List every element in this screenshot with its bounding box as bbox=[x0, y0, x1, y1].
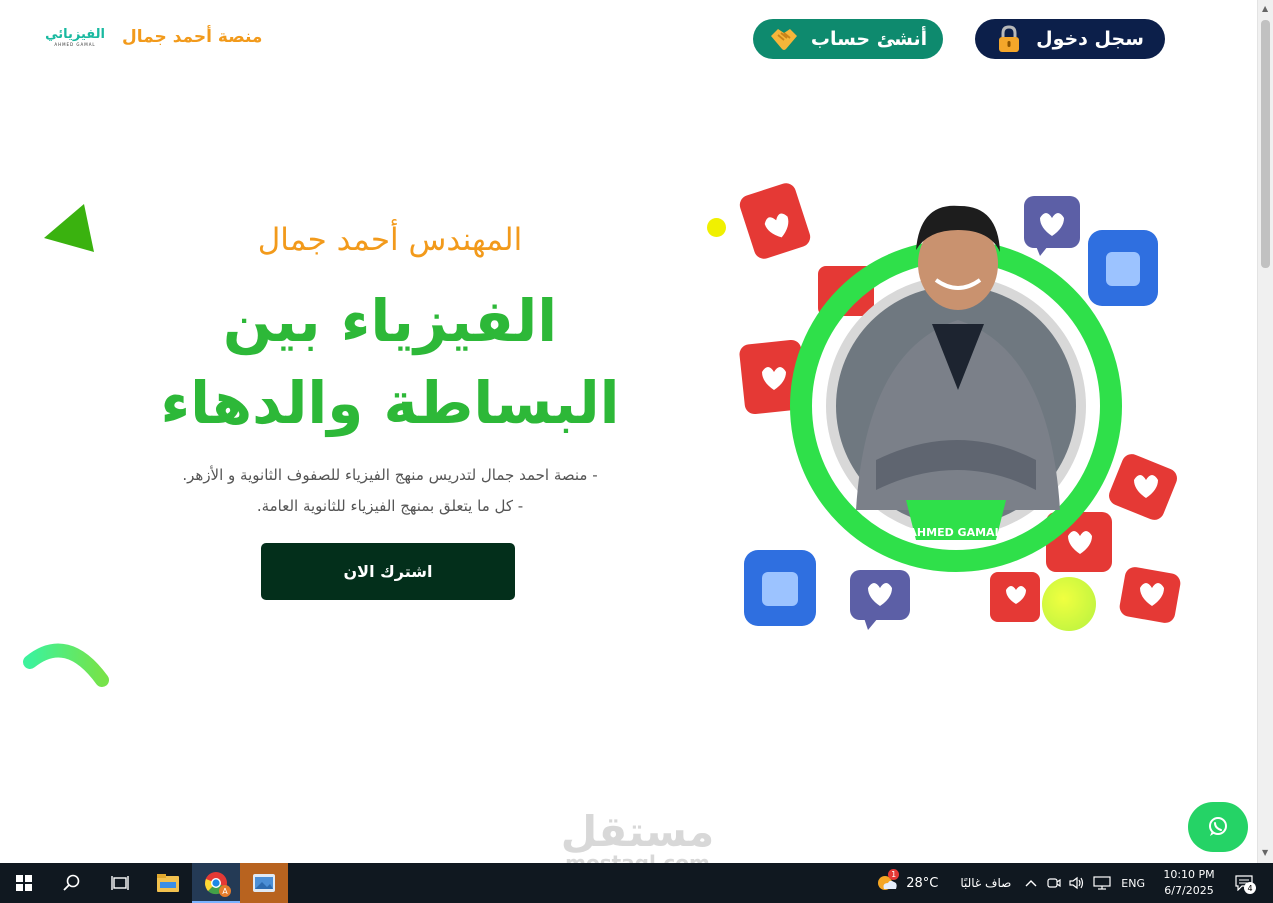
scrollbar-thumb[interactable] bbox=[1261, 20, 1270, 268]
subscribe-button[interactable]: اشترك الان bbox=[261, 543, 515, 600]
logo-subtext: AHMED GAMAL bbox=[54, 41, 96, 47]
hero-title: الفيزياء بين البساطة والدهاء bbox=[160, 287, 620, 437]
weather-text: صاف غالبًا bbox=[960, 876, 1012, 890]
signup-label: أنشئ حساب bbox=[810, 28, 928, 50]
decorative-arc bbox=[23, 643, 109, 687]
brand[interactable]: الفيزيائي AHMED GAMAL منصة أحمد جمال bbox=[45, 22, 262, 52]
decorative-dot bbox=[707, 218, 726, 237]
hero-subtitle: المهندس أحمد جمال bbox=[257, 222, 523, 258]
lock-icon bbox=[996, 25, 1022, 53]
chrome-profile-badge: A bbox=[219, 885, 231, 897]
watermark: مستقل mostaql.com bbox=[555, 807, 720, 864]
brand-logo[interactable]: الفيزيائي AHMED GAMAL bbox=[45, 22, 105, 52]
network-icon[interactable] bbox=[1093, 876, 1111, 890]
heart-reaction-icon bbox=[850, 570, 910, 630]
thumbs-up-reaction-icon bbox=[744, 550, 816, 626]
heart-reaction-icon bbox=[990, 572, 1040, 622]
notification-count: 4 bbox=[1244, 882, 1256, 894]
scroll-down-arrow-icon[interactable]: ▼ bbox=[1262, 848, 1268, 857]
scroll-up-arrow-icon[interactable]: ▲ bbox=[1262, 4, 1268, 13]
taskbar: A 1 28°C صاف غالبًا ENG 10:10 PM 6/7/202 bbox=[0, 863, 1273, 903]
watermark-english: mostaql.com bbox=[565, 851, 710, 863]
clock-time: 10:10 PM bbox=[1163, 868, 1215, 881]
signup-button[interactable]: أنشئ حساب bbox=[753, 19, 943, 59]
temperature: 28°C bbox=[906, 875, 939, 891]
search-icon[interactable] bbox=[48, 863, 96, 903]
ring-caption: AHMED GAMAL 2025 bbox=[905, 526, 1005, 552]
task-view-icon[interactable] bbox=[96, 863, 144, 903]
clock[interactable]: 10:10 PM 6/7/2025 bbox=[1157, 867, 1221, 899]
heart-reaction-icon bbox=[1119, 567, 1181, 623]
handshake-icon bbox=[769, 26, 799, 52]
hero-description: - منصة احمد جمال لتدريس منهج الفيزياء لل… bbox=[120, 460, 660, 522]
page-scrollbar[interactable]: ▲ ▼ bbox=[1257, 0, 1273, 863]
show-hidden-icons-icon[interactable] bbox=[1025, 879, 1037, 887]
hero-desc-line: - منصة احمد جمال لتدريس منهج الفيزياء لل… bbox=[182, 466, 598, 484]
chrome-icon[interactable]: A bbox=[192, 863, 240, 903]
system-tray: 1 28°C صاف غالبًا ENG 10:10 PM 6/7/2025 … bbox=[876, 863, 1273, 903]
brand-name[interactable]: منصة أحمد جمال bbox=[122, 27, 262, 47]
heart-reaction-icon bbox=[1109, 454, 1177, 520]
meet-now-icon[interactable] bbox=[1047, 876, 1061, 890]
heart-reaction-icon bbox=[739, 183, 811, 259]
thumbs-up-reaction-icon bbox=[1088, 230, 1158, 306]
photos-app-icon[interactable] bbox=[240, 863, 288, 903]
volume-icon[interactable] bbox=[1069, 876, 1085, 890]
language-indicator[interactable]: ENG bbox=[1121, 877, 1145, 890]
clock-date: 6/7/2025 bbox=[1164, 884, 1214, 897]
whatsapp-icon bbox=[1209, 817, 1227, 836]
decorative-triangle bbox=[44, 204, 94, 252]
decorative-dot bbox=[1042, 577, 1096, 631]
watermark-arabic: مستقل bbox=[560, 807, 715, 856]
file-explorer-icon[interactable] bbox=[144, 863, 192, 903]
ring-caption-name: AHMED GAMAL bbox=[908, 526, 1002, 539]
hero-instructor-image bbox=[739, 183, 1181, 630]
weather-sun-icon: 1 bbox=[876, 869, 900, 893]
login-label: سجل دخول bbox=[1036, 28, 1144, 50]
logo-text: الفيزيائي bbox=[45, 26, 105, 42]
whatsapp-button[interactable] bbox=[1188, 802, 1248, 852]
page: الفيزيائي AHMED GAMAL منصة أحمد جمال أنش… bbox=[0, 0, 1257, 863]
login-button[interactable]: سجل دخول bbox=[975, 19, 1165, 59]
notifications-button[interactable]: 4 bbox=[1235, 875, 1256, 894]
weather-widget[interactable]: 1 28°C صاف غالبًا bbox=[876, 869, 1012, 893]
ring-caption-year: 2025 bbox=[939, 539, 971, 552]
windows-start-icon[interactable] bbox=[0, 863, 48, 903]
hero-desc-line: - كل ما يتعلق بمنهج الفيزياء للثانوية ال… bbox=[256, 497, 524, 515]
